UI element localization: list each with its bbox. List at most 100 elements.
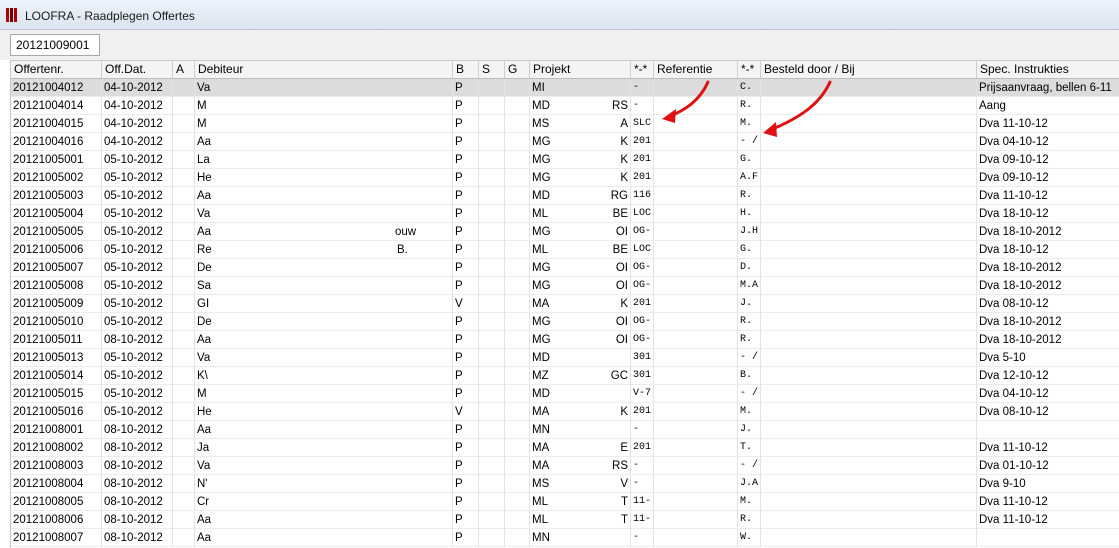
projekt-suffix: GC <box>610 370 628 382</box>
cell-bij: A.F <box>738 169 761 187</box>
cell-b: P <box>453 457 479 475</box>
table-row[interactable]: 20121008004 08-10-2012 N' P MS V - J.A Dva 9-10 <box>11 475 1119 493</box>
cell-empty <box>654 331 738 349</box>
cell-deb: M <box>195 97 453 115</box>
projekt-suffix: RG <box>610 190 628 202</box>
table-row[interactable]: 20121004015 04-10-2012 M P MS A SLC M. Dva 11-10… <box>11 115 1119 133</box>
column-header-marker-1[interactable]: *-* <box>631 61 654 78</box>
cell-empty <box>505 259 530 277</box>
column-header-marker-2[interactable]: *-* <box>738 61 761 78</box>
cell-spec: Dva 11-10-12 <box>977 493 1119 511</box>
cell-empty <box>479 115 505 133</box>
projekt-suffix: A <box>620 118 628 130</box>
table-row[interactable]: 20121005005 05-10-2012 Aa ouw P MG OI OG- J.H Dva… <box>11 223 1119 241</box>
table-row[interactable]: 20121005009 05-10-2012 GI V MA K 201 J. Dva 08-1… <box>11 295 1119 313</box>
cell-deb: M <box>195 115 453 133</box>
table-row[interactable]: 20121008007 08-10-2012 Aa P MN - W. <box>11 529 1119 547</box>
cell-proj: MG OI <box>530 223 631 241</box>
table-row[interactable]: 20121005004 05-10-2012 Va P ML BE LOC H. Dva 18-… <box>11 205 1119 223</box>
column-header-a[interactable]: A <box>173 61 195 78</box>
cell-b: P <box>453 151 479 169</box>
cell-proj: MZ GC <box>530 367 631 385</box>
table-row[interactable]: 20121005006 05-10-2012 Re B. P ML BE LOC G. Dva 1… <box>11 241 1119 259</box>
cell-empty <box>173 187 195 205</box>
table-row[interactable]: 20121005010 05-10-2012 De P MG OI OG- R. Dva 18-… <box>11 313 1119 331</box>
cell-ref: 11- <box>631 493 654 511</box>
cell-deb: Aa <box>195 529 453 547</box>
cell-empty <box>479 295 505 313</box>
table-row[interactable]: 20121004016 04-10-2012 Aa P MG K 201 - / Dva 04-… <box>11 133 1119 151</box>
table-row[interactable]: 20121008001 08-10-2012 Aa P MN - J. <box>11 421 1119 439</box>
column-header-offertenr[interactable]: Offertenr. <box>11 61 102 78</box>
cell-empty <box>479 241 505 259</box>
cell-bij: - / <box>738 457 761 475</box>
cell-empty <box>761 313 977 331</box>
cell-nr: 20121005007 <box>11 259 102 277</box>
cell-empty <box>654 79 738 97</box>
table-row[interactable]: 20121005015 05-10-2012 M P MD V-7 - / Dva 04-10… <box>11 385 1119 403</box>
column-header-spec-instrukties[interactable]: Spec. Instrukties <box>977 61 1119 78</box>
cell-bij: H. <box>738 205 761 223</box>
table-row[interactable]: 20121008003 08-10-2012 Va P MA RS - - / Dva 01-1… <box>11 457 1119 475</box>
cell-ref: - <box>631 97 654 115</box>
table-row[interactable]: 20121005008 05-10-2012 Sa P MG OI OG- M.A Dva 18… <box>11 277 1119 295</box>
cell-proj: MG K <box>530 151 631 169</box>
table-row[interactable]: 20121005016 05-10-2012 He V MA K 201 M. Dva 08-1… <box>11 403 1119 421</box>
cell-spec: Dva 18-10-12 <box>977 241 1119 259</box>
cell-deb: Aa <box>195 331 453 349</box>
cell-empty <box>173 349 195 367</box>
cell-spec: Dva 11-10-12 <box>977 187 1119 205</box>
cell-deb: La <box>195 151 453 169</box>
cell-deb: Re B. <box>195 241 453 259</box>
cell-nr: 20121005004 <box>11 205 102 223</box>
cell-deb: N' <box>195 475 453 493</box>
cell-proj: MG OI <box>530 277 631 295</box>
cell-deb: Va <box>195 349 453 367</box>
cell-empty <box>479 313 505 331</box>
cell-empty <box>505 457 530 475</box>
cell-dat: 05-10-2012 <box>102 169 173 187</box>
cell-dat: 05-10-2012 <box>102 367 173 385</box>
table-row[interactable]: 20121005013 05-10-2012 Va P MD 301 - / Dva 5-10 <box>11 349 1119 367</box>
projekt-suffix: BE <box>612 244 628 256</box>
column-header-referentie[interactable]: Referentie <box>654 61 738 78</box>
column-header-g[interactable]: G <box>505 61 530 78</box>
column-header-s[interactable]: S <box>479 61 505 78</box>
cell-bij: R. <box>738 187 761 205</box>
table-row[interactable]: 20121004014 04-10-2012 M P MD RS - R. Aang <box>11 97 1119 115</box>
table-row[interactable]: 20121005003 05-10-2012 Aa P MD RG 116 R. Dva 11-… <box>11 187 1119 205</box>
column-header-offdat[interactable]: Off.Dat. <box>102 61 173 78</box>
column-header-debiteur[interactable]: Debiteur <box>195 61 453 78</box>
cell-empty <box>761 151 977 169</box>
cell-ref: OG- <box>631 277 654 295</box>
column-header-besteld-door[interactable]: Besteld door / Bij <box>761 61 977 78</box>
cell-empty <box>173 97 195 115</box>
cell-nr: 20121005001 <box>11 151 102 169</box>
cell-nr: 20121008002 <box>11 439 102 457</box>
cell-empty <box>479 421 505 439</box>
table-row[interactable]: 20121008006 08-10-2012 Aa P ML T 11- R. Dva 11-1… <box>11 511 1119 529</box>
table-row[interactable]: 20121008005 08-10-2012 Cr P ML T 11- M. Dva 11-1… <box>11 493 1119 511</box>
table-row[interactable]: 20121005002 05-10-2012 He P MG K 201 A.F Dva 09-… <box>11 169 1119 187</box>
offertenr-search-input[interactable] <box>10 34 100 56</box>
cell-empty <box>505 403 530 421</box>
cell-empty <box>761 493 977 511</box>
cell-bij: C. <box>738 79 761 97</box>
cell-dat: 04-10-2012 <box>102 79 173 97</box>
cell-empty <box>479 259 505 277</box>
cell-dat: 05-10-2012 <box>102 295 173 313</box>
table-row[interactable]: 20121005007 05-10-2012 De P MG OI OG- D. Dva 18-… <box>11 259 1119 277</box>
cell-b: V <box>453 295 479 313</box>
cell-deb: Aa <box>195 133 453 151</box>
cell-nr: 20121005013 <box>11 349 102 367</box>
table-row[interactable]: 20121008002 08-10-2012 Ja P MA E 201 T. Dva 11-1… <box>11 439 1119 457</box>
table-row[interactable]: 20121005011 08-10-2012 Aa P MG OI OG- R. Dva 18-… <box>11 331 1119 349</box>
table-row[interactable]: 20121004012 04-10-2012 Va P MI - C. Prijsaanvra… <box>11 79 1119 97</box>
column-header-projekt[interactable]: Projekt <box>530 61 631 78</box>
table-row[interactable]: 20121005014 05-10-2012 K\ P MZ GC 301 B. Dva 12-… <box>11 367 1119 385</box>
column-header-b[interactable]: B <box>453 61 479 78</box>
table-row[interactable]: 20121005001 05-10-2012 La P MG K 201 G. Dva 09-1… <box>11 151 1119 169</box>
projekt-suffix: RS <box>612 460 628 472</box>
projekt-suffix: OI <box>615 262 628 274</box>
cell-spec: Dva 01-10-12 <box>977 457 1119 475</box>
